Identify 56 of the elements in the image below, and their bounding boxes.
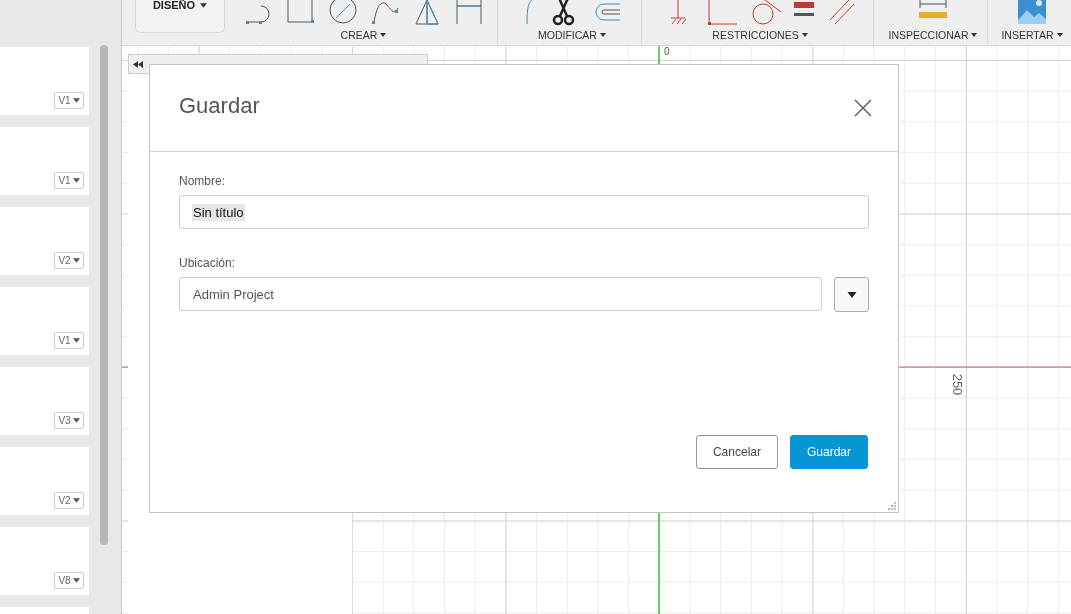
version-dropdown[interactable]: V3: [54, 412, 84, 429]
cancel-button[interactable]: Cancelar: [695, 435, 778, 469]
toolbar-group-menu[interactable]: INSPECCIONAR: [888, 29, 978, 41]
location-field[interactable]: Admin Project: [179, 277, 822, 311]
version-dropdown[interactable]: V1: [54, 332, 84, 349]
field-label: Nombre:: [179, 174, 226, 188]
version-dropdown[interactable]: V2: [54, 492, 84, 509]
version-dropdown[interactable]: V2: [54, 252, 84, 269]
caret-icon: [72, 178, 80, 183]
dialog-title: Guardar: [179, 93, 260, 119]
design-card[interactable]: V1: [0, 287, 89, 355]
design-card[interactable]: V2: [0, 447, 89, 515]
version-dropdown[interactable]: V1: [54, 92, 84, 109]
collapse-icon[interactable]: [133, 60, 143, 68]
dropdown-button[interactable]: [834, 277, 869, 312]
caret-icon: [72, 418, 80, 423]
design-card[interactable]: V8: [0, 527, 89, 595]
spline-icon[interactable]: [369, 0, 400, 26]
caret-icon: [1056, 33, 1063, 37]
caret-icon: [72, 498, 80, 503]
design-card[interactable]: V1: [0, 47, 89, 115]
caret-icon: [971, 33, 978, 37]
version-dropdown[interactable]: V8: [54, 572, 84, 589]
caret-icon: [72, 98, 80, 103]
dimension-label: 250: [950, 373, 966, 396]
tangent-circle-icon[interactable]: [751, 0, 781, 26]
close-icon[interactable]: [854, 99, 872, 117]
dimension-icon[interactable]: [453, 0, 484, 26]
toolbar-group-menu[interactable]: RESTRICCIONES: [712, 29, 808, 41]
design-card[interactable]: V1: [0, 127, 89, 195]
workspace-dropdown[interactable]: DISEÑO: [135, 0, 225, 33]
toolbar-group-menu[interactable]: CREAR: [340, 29, 387, 41]
caret-icon: [599, 33, 606, 37]
name-field[interactable]: Sin título: [179, 195, 869, 229]
rectangle-icon[interactable]: [285, 0, 316, 26]
caret-icon: [72, 258, 80, 263]
version-dropdown[interactable]: V1: [54, 172, 84, 189]
perpendicular-icon[interactable]: [705, 0, 739, 26]
toolbar-group-menu[interactable]: INSERTAR: [1001, 29, 1063, 41]
caret-icon: [72, 578, 80, 583]
field-label: Ubicación:: [179, 256, 237, 270]
design-card[interactable]: V2: [0, 207, 89, 275]
design-card[interactable]: V3: [0, 367, 89, 435]
insert-image-icon[interactable]: [1017, 0, 1047, 26]
toolbar-group-menu[interactable]: MODIFICAR: [538, 29, 606, 41]
resize-grip-icon[interactable]: [888, 502, 896, 510]
caret-icon: [72, 338, 80, 343]
caret-icon: [200, 3, 208, 8]
caret-icon: [380, 33, 387, 37]
parallel-icon[interactable]: [827, 0, 857, 26]
scrollbar-thumb[interactable]: [100, 45, 108, 545]
sketch-canvas[interactable]: 0 250 Guardar Nombre: Sin título Ubicación: Admin Project Cancelar Guardar: [122, 46, 1071, 614]
origin-label: 0: [664, 46, 670, 57]
save-button[interactable]: Guardar: [789, 435, 868, 469]
caret-icon: [846, 291, 857, 298]
caret-icon: [801, 33, 808, 37]
